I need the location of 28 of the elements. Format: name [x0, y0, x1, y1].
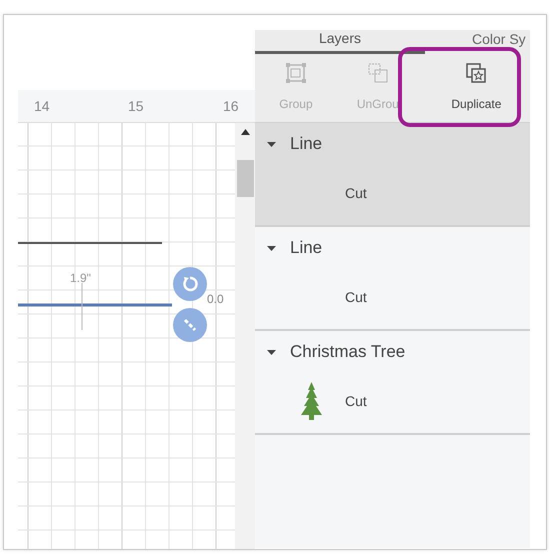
expand-caret-icon[interactable]: [267, 244, 276, 252]
scrollbar-track[interactable]: [235, 123, 255, 549]
layer-group[interactable]: Line Cut: [255, 123, 530, 227]
offset-label: 0.0: [207, 292, 224, 306]
resize-icon: [182, 317, 198, 333]
duplicate-button[interactable]: Duplicate: [422, 54, 530, 122]
scroll-up-icon[interactable]: [241, 129, 250, 135]
operation-label: Cut: [345, 185, 367, 201]
tree-icon: [299, 382, 324, 420]
ungroup-icon: [366, 62, 389, 84]
duplicate-icon: [465, 62, 488, 84]
expand-caret-icon[interactable]: [267, 348, 276, 356]
ruler-number: 15: [128, 98, 144, 114]
layer-group[interactable]: Line Cut: [255, 227, 530, 331]
dimension-label: 1.9": [70, 271, 91, 285]
group-icon: [284, 62, 307, 84]
operation-label: Cut: [345, 289, 367, 305]
ruler-number: 16: [223, 98, 239, 114]
layer-name: Line: [290, 134, 322, 154]
layer-group[interactable]: Christmas Tree Cut: [255, 331, 530, 435]
expand-caret-icon[interactable]: [267, 140, 276, 148]
rotate-icon: [181, 275, 199, 293]
layer-name: Christmas Tree: [290, 342, 406, 362]
operation-label: Cut: [345, 393, 367, 409]
ruler-number: 14: [34, 98, 50, 114]
layer-name: Line: [290, 238, 322, 258]
panel-tab[interactable]: Color Sy: [472, 30, 526, 54]
scrollbar-thumb[interactable]: [237, 160, 254, 197]
